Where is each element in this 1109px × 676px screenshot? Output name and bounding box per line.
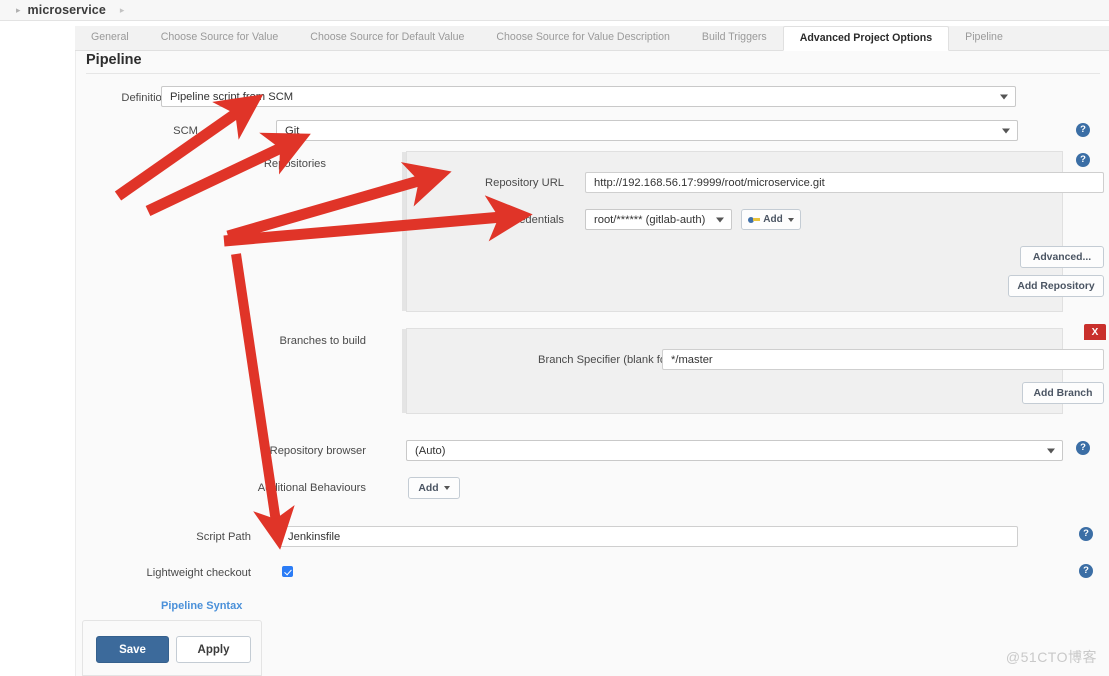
advanced-button[interactable]: Advanced... bbox=[1020, 246, 1104, 268]
branch-specifier-label: Branch Specifier (blank for 'any') bbox=[538, 354, 699, 366]
chevron-down-icon bbox=[1000, 94, 1008, 99]
scm-select[interactable]: Git bbox=[276, 120, 1018, 141]
tab-choose-source-for-default-value[interactable]: Choose Source for Default Value bbox=[294, 25, 480, 50]
add-repository-button[interactable]: Add Repository bbox=[1008, 275, 1104, 297]
apply-button[interactable]: Apply bbox=[176, 636, 251, 663]
definition-select[interactable]: Pipeline script from SCM bbox=[161, 86, 1016, 107]
advanced-button-label: Advanced... bbox=[1032, 251, 1092, 263]
caret-down-icon bbox=[443, 486, 450, 490]
tab-pipeline[interactable]: Pipeline bbox=[949, 25, 1019, 50]
tab-advanced-project-options[interactable]: Advanced Project Options bbox=[782, 26, 950, 51]
jenkins-pipeline-config-page: ▸ microservice ▸ General Choose Source f… bbox=[0, 0, 1109, 676]
branches-subpanel: X Branch Specifier (blank for 'any') */m… bbox=[402, 324, 1106, 414]
additional-behaviours-add-button[interactable]: Add bbox=[408, 477, 460, 499]
pipeline-syntax-link[interactable]: Pipeline Syntax bbox=[161, 600, 242, 612]
repository-browser-select[interactable]: (Auto) bbox=[406, 440, 1063, 461]
breadcrumb-separator-trailing-icon: ▸ bbox=[119, 4, 125, 15]
lightweight-checkout-label: Lightweight checkout bbox=[146, 567, 251, 579]
script-path-input[interactable]: Jenkinsfile bbox=[279, 526, 1018, 547]
repository-url-label: Repository URL bbox=[485, 177, 564, 189]
delete-branch-button[interactable]: X bbox=[1084, 324, 1106, 340]
definition-label: Definition bbox=[121, 92, 168, 104]
help-icon-repository-browser[interactable]: ? bbox=[1076, 441, 1090, 455]
help-icon-repositories[interactable]: ? bbox=[1076, 153, 1090, 167]
repository-url-value: http://192.168.56.17:9999/root/microserv… bbox=[594, 176, 825, 189]
repositories-subpanel: Repository URL http://192.168.56.17:9999… bbox=[402, 151, 1104, 312]
add-credentials-label: Add bbox=[763, 214, 783, 225]
credentials-select-value: root/****** (gitlab-auth) bbox=[594, 213, 706, 226]
help-icon-script-path[interactable]: ? bbox=[1079, 527, 1093, 541]
title-divider bbox=[86, 73, 1100, 74]
help-icon-lightweight-checkout[interactable]: ? bbox=[1079, 564, 1093, 578]
add-repository-button-label: Add Repository bbox=[1017, 280, 1095, 292]
add-branch-button-label: Add Branch bbox=[1033, 387, 1093, 399]
additional-behaviours-add-label: Add bbox=[418, 482, 439, 494]
definition-select-value: Pipeline script from SCM bbox=[170, 90, 294, 103]
repositories-label: Repositories bbox=[263, 158, 326, 170]
branch-specifier-input[interactable]: */master bbox=[662, 349, 1104, 370]
tab-general[interactable]: General bbox=[75, 25, 145, 50]
add-credentials-button[interactable]: Add bbox=[741, 209, 801, 230]
lightweight-checkout-checkbox[interactable] bbox=[282, 566, 293, 577]
help-icon-scm[interactable]: ? bbox=[1076, 123, 1090, 137]
branches-to-build-label: Branches to build bbox=[279, 335, 366, 347]
additional-behaviours-label: Additional Behaviours bbox=[257, 482, 366, 494]
breadcrumb: ▸ microservice ▸ bbox=[0, 0, 1109, 21]
pipeline-config-panel: Pipeline Definition Pipeline script from… bbox=[75, 51, 1109, 676]
tab-choose-source-for-value[interactable]: Choose Source for Value bbox=[145, 25, 295, 50]
tab-build-triggers[interactable]: Build Triggers bbox=[686, 25, 783, 50]
branch-specifier-value: */master bbox=[671, 353, 713, 366]
caret-down-icon bbox=[787, 217, 794, 222]
chevron-down-icon bbox=[1047, 448, 1055, 453]
repository-browser-label: Repository browser bbox=[269, 445, 366, 457]
script-path-label: Script Path bbox=[196, 531, 251, 543]
add-branch-button[interactable]: Add Branch bbox=[1022, 382, 1104, 404]
repository-browser-value: (Auto) bbox=[415, 444, 446, 457]
credentials-select[interactable]: root/****** (gitlab-auth) bbox=[585, 209, 732, 230]
save-button[interactable]: Save bbox=[96, 636, 169, 663]
chevron-down-icon bbox=[716, 217, 724, 222]
breadcrumb-item-microservice[interactable]: microservice bbox=[28, 3, 106, 17]
tab-bar: General Choose Source for Value Choose S… bbox=[75, 26, 1109, 51]
script-path-value: Jenkinsfile bbox=[288, 530, 341, 543]
credentials-label: Credentials bbox=[507, 214, 564, 226]
breadcrumb-separator-icon: ▸ bbox=[16, 4, 21, 15]
watermark: @51CTO博客 bbox=[1005, 649, 1097, 665]
scm-select-value: Git bbox=[285, 124, 300, 137]
page-title: Pipeline bbox=[86, 52, 142, 68]
tab-choose-source-for-value-description[interactable]: Choose Source for Value Description bbox=[480, 25, 686, 50]
key-icon bbox=[748, 216, 761, 224]
repository-url-input[interactable]: http://192.168.56.17:9999/root/microserv… bbox=[585, 172, 1104, 193]
chevron-down-icon bbox=[1002, 128, 1010, 133]
scm-label: SCM bbox=[173, 125, 198, 137]
